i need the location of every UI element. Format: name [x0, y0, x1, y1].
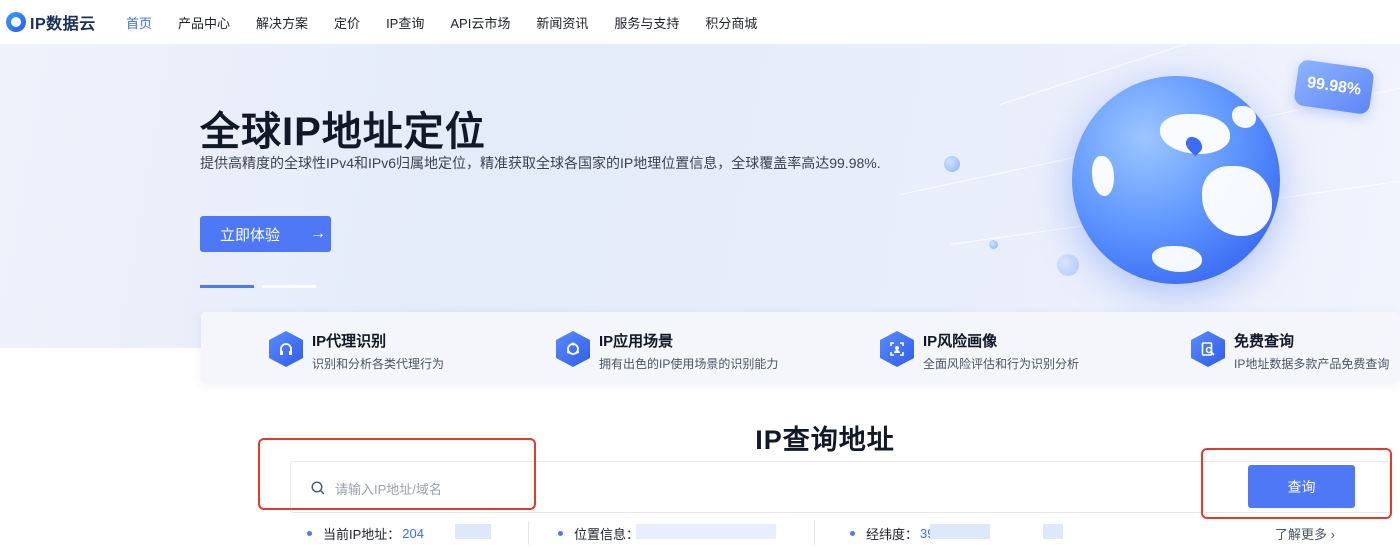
bullet-icon: [307, 531, 312, 536]
nav-item-news[interactable]: 新闻资讯: [536, 13, 588, 32]
globe-land: [1152, 246, 1202, 272]
hero-banner: 全球IP地址定位 提供高精度的全球性IPv4和IPv6归属地定位，精准获取全球各…: [0, 44, 1400, 348]
divider: [528, 521, 529, 545]
feature-risk[interactable]: IP风险画像 全面风险评估和行为识别分析: [880, 330, 1079, 372]
query-title: IP查询地址: [755, 425, 895, 455]
query-button[interactable]: 查询: [1248, 465, 1355, 508]
feature-free-search[interactable]: 免费查询 IP地址数据多款产品免费查询: [1191, 330, 1389, 372]
arrow-right-icon: →: [310, 225, 327, 242]
nav-item-products[interactable]: 产品中心: [178, 13, 230, 32]
search-box: [290, 461, 1390, 513]
globe-land: [1232, 106, 1256, 128]
current-ip-info: 当前IP地址： 204: [307, 524, 424, 543]
feature-desc: 拥有出色的IP使用场景的识别能力: [599, 357, 779, 371]
nav-item-support[interactable]: 服务与支持: [614, 13, 679, 32]
globe-land: [1202, 166, 1272, 236]
decor-bubble: [944, 156, 960, 172]
carousel-indicator-1[interactable]: [200, 285, 254, 288]
nav-item-pricing[interactable]: 定价: [334, 13, 360, 32]
redacted-value: [930, 524, 990, 539]
nav-item-ip-query[interactable]: IP查询: [386, 13, 424, 32]
try-now-label: 立即体验: [220, 226, 281, 244]
current-ip-value: 204: [402, 526, 424, 541]
location-info: 位置信息：: [558, 524, 641, 543]
globe-illustration: [1072, 76, 1280, 284]
globe-land: [1092, 156, 1114, 196]
proxy-icon: [269, 331, 303, 367]
bullet-icon: [850, 531, 855, 536]
try-now-button[interactable]: 立即体验 →: [200, 216, 331, 252]
info-label: 经纬度：: [866, 527, 919, 542]
feature-desc: IP地址数据多款产品免费查询: [1234, 357, 1390, 371]
divider: [814, 521, 815, 545]
feature-desc: 全面风险评估和行为识别分析: [923, 357, 1080, 371]
top-nav: IP数据云 首页 产品中心 解决方案 定价 IP查询 API云市场 新闻资讯 服…: [0, 0, 1400, 44]
redacted-value: [455, 524, 491, 539]
nav-item-solutions[interactable]: 解决方案: [256, 13, 308, 32]
carousel-indicator-2[interactable]: [262, 285, 316, 288]
decor-bubble: [989, 240, 998, 249]
scene-icon: [556, 331, 590, 367]
hero-title: 全球IP地址定位: [200, 110, 486, 154]
nav-item-api-market[interactable]: API云市场: [450, 13, 510, 32]
feature-desc: 识别和分析各类代理行为: [312, 357, 445, 371]
hero-subtitle: 提供高精度的全球性IPv4和IPv6归属地定位，精准获取全球各国家的IP地理位置…: [200, 155, 881, 171]
logo[interactable]: IP数据云: [6, 10, 106, 34]
logo-text: IP数据云: [30, 16, 96, 33]
info-label: 当前IP地址：: [323, 527, 401, 542]
feature-title: IP应用场景: [599, 333, 674, 350]
learn-more-link[interactable]: 了解更多 ›: [1275, 524, 1335, 543]
nav-menu: 首页 产品中心 解决方案 定价 IP查询 API云市场 新闻资讯 服务与支持 积…: [116, 13, 783, 32]
search-icon: [311, 481, 325, 495]
feature-proxy[interactable]: IP代理识别 识别和分析各类代理行为: [269, 330, 444, 372]
logo-icon: [6, 12, 26, 32]
feature-scene[interactable]: IP应用场景 拥有出色的IP使用场景的识别能力: [556, 330, 778, 372]
nav-item-home[interactable]: 首页: [126, 13, 152, 32]
coordinates-info: 经纬度： 39.: [850, 524, 938, 543]
feature-strip: IP代理识别 识别和分析各类代理行为 IP应用场景 拥有出色的IP使用场景的识别…: [201, 312, 1400, 382]
feature-title: IP风险画像: [923, 333, 998, 350]
info-label: 位置信息：: [574, 527, 640, 542]
free-search-icon: [1191, 331, 1225, 367]
decor-bubble: [1057, 254, 1079, 276]
risk-icon: [880, 331, 914, 367]
nav-item-points-mall[interactable]: 积分商城: [705, 13, 757, 32]
redacted-value: [636, 524, 776, 539]
bullet-icon: [558, 531, 563, 536]
feature-title: 免费查询: [1234, 333, 1295, 350]
feature-title: IP代理识别: [312, 333, 387, 350]
redacted-value: [1043, 524, 1063, 539]
ip-search-input[interactable]: [335, 478, 835, 500]
